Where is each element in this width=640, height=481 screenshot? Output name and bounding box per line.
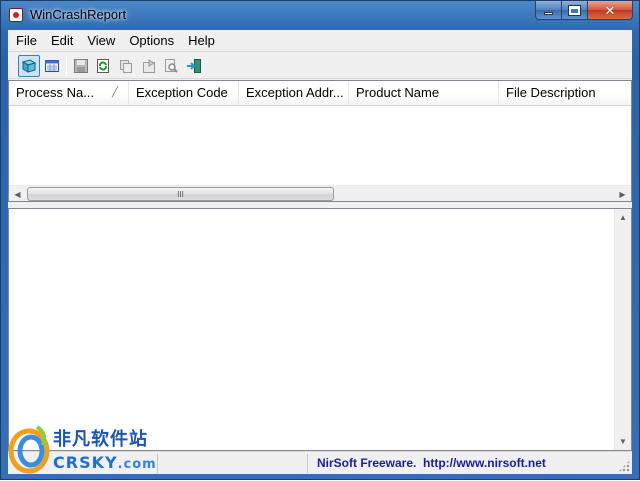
watermark-chinese-text: 非凡软件站 [53,429,148,450]
menu-edit[interactable]: Edit [43,30,79,50]
title-bar[interactable]: WinCrashReport ✕ [1,1,639,30]
minimize-icon [544,11,553,15]
menu-file[interactable]: File [8,30,43,50]
column-exception-address[interactable]: Exception Addr... [239,81,349,105]
menu-options[interactable]: Options [121,30,180,50]
grip-icon: III [177,189,184,199]
vertical-scrollbar[interactable]: ▲ ▼ [614,209,631,450]
details-pane[interactable]: ▲ ▼ [8,208,632,451]
nirsoft-link[interactable]: NirSoft Freeware. http://www.nirsoft.net [317,456,546,470]
column-product-name[interactable]: Product Name [349,81,499,105]
scroll-right-arrow-icon[interactable]: ▶ [614,186,631,202]
copy-button[interactable] [115,55,137,77]
save-button[interactable] [70,55,92,77]
menu-help[interactable]: Help [180,30,221,50]
find-button[interactable] [160,55,182,77]
list-header: Process Na... ╱ Exception Code Exception… [9,81,631,106]
app-icon[interactable] [9,8,23,22]
open-crash-report-icon [21,59,37,73]
watermark-brand: CRSKY [53,453,118,472]
open-crash-report-button[interactable] [18,55,40,77]
watermark-latin-text: CRSKY.com [53,453,157,472]
column-label: Exception Code [136,85,228,100]
resize-grip-icon[interactable] [618,460,630,472]
crash-report-list[interactable]: Process Na... ╱ Exception Code Exception… [8,80,632,202]
properties-icon [143,59,155,73]
menu-bar: File Edit View Options Help [8,30,632,50]
sort-indicator-icon: ╱ [111,87,118,98]
column-label: File Description [506,85,596,100]
properties-button[interactable] [138,55,160,77]
column-label: Exception Addr... [246,85,344,100]
exit-button[interactable] [183,55,205,77]
column-process-name[interactable]: Process Na... ╱ [9,81,129,105]
maximize-icon [568,4,581,16]
client-area: File Edit View Options Help Process Na..… [8,30,632,474]
column-exception-code[interactable]: Exception Code [129,81,239,105]
minimize-button[interactable] [535,1,562,20]
crsky-logo-icon [8,425,50,474]
toolbar [8,51,632,79]
html-report-icon [45,60,59,72]
scroll-up-arrow-icon[interactable]: ▲ [615,209,631,226]
column-label: Product Name [356,85,440,100]
scroll-down-arrow-icon[interactable]: ▼ [615,433,631,450]
site-watermark: 非凡软件站 CRSKY.com [1,419,161,481]
refresh-button[interactable] [92,55,114,77]
status-pane-middle [158,454,308,473]
close-button[interactable]: ✕ [588,1,633,20]
column-file-description[interactable]: File Description [499,81,631,105]
refresh-icon [97,59,109,73]
exit-icon [187,59,201,73]
caption-buttons: ✕ [535,1,633,20]
toolbar-separator [66,56,67,76]
window-title: WinCrashReport [30,7,127,22]
list-body[interactable] [9,106,631,185]
horizontal-scrollbar[interactable]: ◀ III ▶ [9,185,631,201]
maximize-button[interactable] [562,1,588,20]
watermark-domain: .com [117,457,157,472]
app-window: WinCrashReport ✕ File Edit View Options … [0,0,640,480]
close-icon: ✕ [604,2,616,18]
copy-icon [120,60,132,73]
find-icon [165,59,178,73]
menu-view[interactable]: View [79,30,121,50]
horizontal-scroll-thumb[interactable]: III [27,187,334,201]
column-label: Process Na... [16,85,95,100]
html-report-button[interactable] [41,55,63,77]
save-icon [74,59,88,73]
scroll-left-arrow-icon[interactable]: ◀ [9,186,26,202]
